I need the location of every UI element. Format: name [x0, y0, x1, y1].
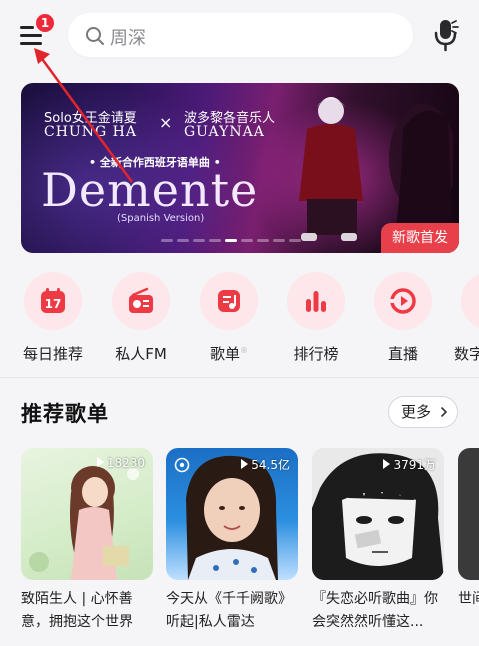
banner-page-dot — [289, 239, 301, 242]
quick-nav-icon-bg — [200, 272, 258, 330]
banner-page-dot — [177, 239, 189, 242]
quick-nav-label: 每日推荐 — [22, 345, 83, 363]
banner-artist-right-en: GUAYNAA — [184, 124, 265, 140]
banner-artist-left-en: CHUNG HA — [44, 124, 137, 140]
playlist-icon — [218, 290, 240, 312]
quick-nav-charts[interactable]: 排行榜 — [276, 270, 356, 368]
top-bar: 1 周深 — [0, 0, 479, 70]
playlist-card[interactable]: 3791万 『失恋必听歌曲』你会突然然听懂这... — [312, 448, 444, 634]
quick-nav-playlist[interactable]: 歌单® — [189, 270, 269, 368]
playlist-title-partial: 世间 — [458, 591, 479, 607]
quick-nav-icon-bg — [461, 272, 479, 330]
section-divider — [0, 377, 479, 378]
quick-nav-label: 私人FM — [115, 345, 167, 363]
calendar-day: 17 — [45, 297, 62, 311]
quick-nav-icon-bg — [287, 272, 345, 330]
play-icon — [241, 459, 249, 469]
live-icon — [389, 288, 416, 314]
play-count: 18230 — [96, 456, 145, 470]
quick-nav-label: 直播 — [387, 345, 418, 363]
banner-page-dot — [273, 239, 285, 242]
quick-nav-digital-album[interactable]: 数字 — [450, 270, 479, 368]
play-count: 54.5亿 — [241, 456, 290, 473]
microphone-icon[interactable] — [431, 18, 461, 52]
playlist-cover: 18230 — [21, 448, 153, 580]
play-count-value: 18230 — [106, 456, 145, 470]
more-button[interactable]: 更多 — [388, 396, 458, 428]
notification-badge: 1 — [34, 12, 56, 34]
radar-icon — [174, 457, 190, 473]
banner-page-dot — [257, 239, 269, 242]
quick-nav-label-text: 歌单 — [209, 345, 240, 363]
banner-page-dot — [241, 239, 253, 242]
playlist-title: 今天从《千千阙歌》听起|私人雷达 — [166, 591, 292, 630]
playlist-title: 致陌生人 | 心怀善意，拥抱这个世界 — [21, 591, 133, 630]
banner-page-dot — [193, 239, 205, 242]
promo-banner[interactable]: Solo女王金请夏 CHUNG HA × 波多黎各音乐人 GUAYNAA • 全… — [21, 83, 459, 253]
app-home-screen: 1 周深 Solo女王金请夏 CHUNG HA × 波多黎各音乐人 GUAYNA… — [0, 0, 479, 646]
banner-separator: × — [159, 113, 173, 132]
search-bar[interactable]: 周深 — [68, 13, 413, 57]
banner-version: (Spanish Version) — [117, 213, 205, 224]
menu-icon-bar — [20, 42, 42, 45]
search-icon — [86, 27, 104, 45]
play-count-value: 54.5亿 — [251, 458, 290, 472]
menu-icon-bar — [20, 34, 42, 37]
search-placeholder: 周深 — [110, 28, 146, 49]
registered-mark: ® — [240, 346, 248, 355]
quick-nav-label: 排行榜 — [293, 345, 339, 363]
quick-nav-icon-bg: 17 — [24, 272, 82, 330]
quick-nav-label: 歌单® — [189, 343, 269, 364]
quick-nav-icon-bg — [374, 272, 432, 330]
quick-nav-fm[interactable]: 私人FM — [101, 270, 181, 368]
playlist-cover: 54.5亿 — [166, 448, 298, 580]
play-icon — [96, 457, 104, 467]
play-count-value: 3791万 — [393, 458, 436, 472]
more-button-label: 更多 — [401, 403, 432, 421]
quick-nav-live[interactable]: 直播 — [363, 270, 443, 368]
chevron-right-icon — [440, 407, 448, 417]
playlist-cover: 3791万 — [312, 448, 444, 580]
menu-icon-bar — [20, 26, 34, 29]
playlist-card[interactable]: 54.5亿 今天从《千千阙歌》听起|私人雷达 — [166, 448, 298, 634]
playlist-cover-partial[interactable] — [458, 448, 479, 580]
banner-page-dot — [225, 239, 237, 242]
radio-icon — [129, 287, 153, 313]
quick-nav-icon-bg — [112, 272, 170, 330]
play-icon — [383, 459, 391, 469]
play-count: 3791万 — [383, 456, 436, 473]
banner-page-dot — [209, 239, 221, 242]
section-title: 推荐歌单 — [21, 402, 109, 426]
calendar-icon: 17 — [41, 288, 65, 313]
chart-icon — [306, 291, 326, 312]
quick-nav-label: 数字 — [454, 345, 479, 363]
playlist-card[interactable]: 18230 致陌生人 | 心怀善意，拥抱这个世界 — [21, 448, 153, 634]
quick-nav: 17 每日推荐 私人FM 歌单® 排行榜 直播 数字 — [0, 270, 479, 368]
banner-title: Demente — [41, 163, 259, 217]
quick-nav-daily[interactable]: 17 每日推荐 — [13, 270, 93, 368]
playlist-title: 『失恋必听歌曲』你会突然然听懂这... — [312, 591, 438, 630]
banner-page-dot — [161, 239, 173, 242]
banner-pagination — [161, 239, 305, 243]
banner-tag: 新歌首发 — [381, 223, 459, 253]
